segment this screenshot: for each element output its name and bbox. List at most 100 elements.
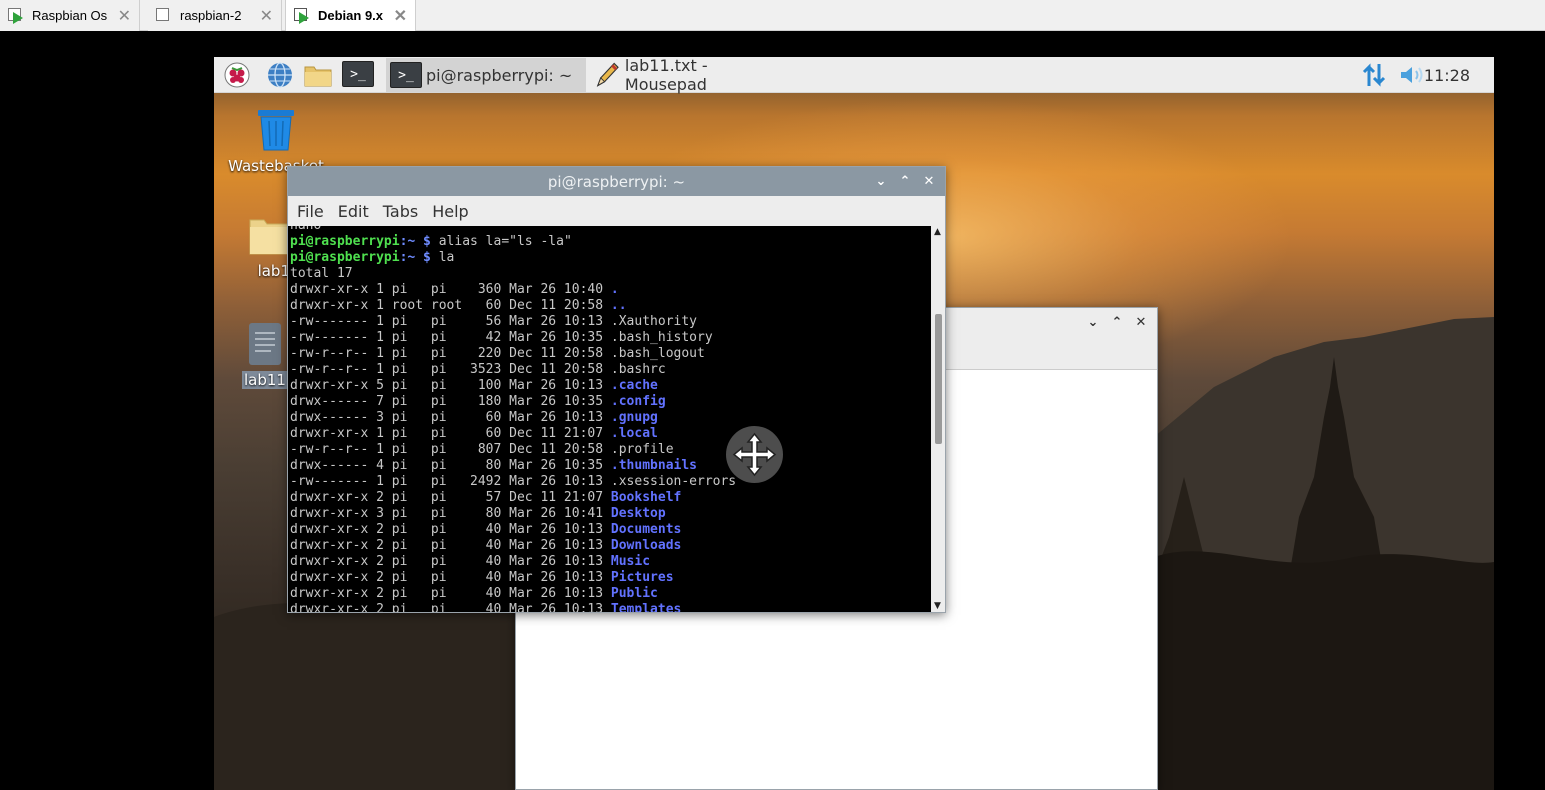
task-mousepad[interactable]: lab11.txt - Mousepad (590, 57, 788, 94)
menu-file[interactable]: File (290, 202, 331, 221)
listing-meta: drwxr-xr-x 1 pi pi 60 Dec 11 21:07 (290, 426, 611, 441)
listing-meta: drwxr-xr-x 2 pi pi 40 Mar 26 10:13 (290, 570, 611, 585)
listing-directory-name: Music (610, 554, 651, 569)
host-tab-debian[interactable]: Debian 9.x ✕ (285, 0, 416, 31)
maximize-chevron-icon[interactable]: ⌃ (895, 171, 915, 191)
clock[interactable]: 11:28 (1424, 66, 1470, 85)
desktop-icon-lab11-file[interactable]: lab11 (242, 321, 288, 389)
scroll-down-icon[interactable]: ▼ (934, 601, 941, 611)
terminal-titlebar[interactable]: pi@raspberrypi: ~ ⌄ ⌃ ✕ (288, 167, 945, 196)
listing-meta: drwx------ 7 pi pi 180 Mar 26 10:35 (290, 394, 611, 409)
directory-listing: drwxr-xr-x 1 pi pi 360 Mar 26 10:40 . dr… (290, 282, 736, 612)
listing-row: -rw------- 1 pi pi 42 Mar 26 10:35 .bash… (290, 330, 713, 345)
wastebasket-icon (258, 110, 294, 151)
desktop-icon-label: lab11 (242, 371, 288, 389)
task-terminal[interactable]: >_ pi@raspberrypi: ~ (386, 58, 586, 92)
network-transfer-icon[interactable] (1360, 62, 1388, 88)
prompt-user: pi@raspberrypi (290, 234, 400, 249)
host-tab-label: Raspbian Os (32, 8, 108, 23)
terminal-menubar: File Edit Tabs Help (288, 196, 945, 226)
listing-row: -rw------- 1 pi pi 2492 Mar 26 10:13 .xs… (290, 474, 736, 489)
listing-meta: -rw------- 1 pi pi 42 Mar 26 10:35 (290, 330, 611, 345)
terminal-output[interactable]: nano pi@raspberrypi:~ $ alias la="ls -la… (288, 226, 931, 612)
listing-meta: drwxr-xr-x 2 pi pi 40 Mar 26 10:13 (290, 554, 611, 569)
listing-row: drwxr-xr-x 5 pi pi 100 Mar 26 10:13 .cac… (290, 378, 658, 393)
listing-meta: drwxr-xr-x 3 pi pi 80 Mar 26 10:41 (290, 506, 611, 521)
prompt-path: :~ $ (399, 234, 431, 249)
terminal-text: nano pi@raspberrypi:~ $ alias la="ls -la… (290, 226, 736, 612)
terminal-window[interactable]: pi@raspberrypi: ~ ⌄ ⌃ ✕ File Edit Tabs H… (287, 166, 946, 613)
prompt-path: :~ $ (399, 250, 431, 265)
vm-window-icon (156, 7, 172, 24)
listing-row: drwxr-xr-x 2 pi pi 40 Mar 26 10:13 Publi… (290, 586, 658, 601)
listing-row: drwxr-xr-x 2 pi pi 40 Mar 26 10:13 Downl… (290, 538, 681, 553)
menu-help[interactable]: Help (425, 202, 475, 221)
listing-meta: drwxr-xr-x 1 root root 60 Dec 11 20:58 (290, 298, 611, 313)
close-icon[interactable]: ✕ (118, 6, 131, 26)
host-tab-bar: Raspbian Os ✕ raspbian-2 ✕ Debian 9.x ✕ (0, 0, 1545, 31)
listing-row: drwxr-xr-x 2 pi pi 40 Mar 26 10:13 Pictu… (290, 570, 674, 585)
window-title: pi@raspberrypi: ~ (547, 172, 686, 191)
text-file-icon (249, 323, 281, 365)
listing-file-name: .profile (610, 442, 674, 457)
listing-meta: drwxr-xr-x 2 pi pi 57 Dec 11 21:07 (290, 490, 611, 505)
close-icon[interactable]: ✕ (1131, 312, 1151, 332)
raspberry-menu-icon[interactable] (222, 61, 252, 89)
listing-directory-name: .cache (610, 378, 658, 393)
listing-meta: drwxr-xr-x 2 pi pi 40 Mar 26 10:13 (290, 586, 611, 601)
listing-meta: drwxr-xr-x 5 pi pi 100 Mar 26 10:13 (290, 378, 611, 393)
host-tab-raspbian-os[interactable]: Raspbian Os ✕ (0, 0, 140, 31)
terminal-scrollbar[interactable]: ▲ ▼ (932, 226, 945, 612)
scrollbar-thumb[interactable] (935, 314, 942, 444)
listing-directory-name: Templates (610, 602, 682, 612)
listing-row: drwx------ 7 pi pi 180 Mar 26 10:35 .con… (290, 394, 666, 409)
listing-row: drwxr-xr-x 3 pi pi 80 Mar 26 10:41 Deskt… (290, 506, 666, 521)
listing-meta: drwxr-xr-x 1 pi pi 360 Mar 26 10:40 (290, 282, 611, 297)
listing-meta: -rw-r--r-- 1 pi pi 220 Dec 11 20:58 (290, 346, 611, 361)
listing-row: drwxr-xr-x 1 pi pi 60 Dec 11 21:07 .loca… (290, 426, 658, 441)
listing-directory-name: .config (610, 394, 666, 409)
terminal-line: total 17 (290, 266, 353, 281)
close-icon[interactable]: ✕ (260, 6, 273, 26)
host-tab-raspbian-2[interactable]: raspbian-2 ✕ (148, 0, 282, 31)
listing-directory-name: .thumbnails (610, 458, 697, 473)
listing-row: drwxr-xr-x 2 pi pi 40 Mar 26 10:13 Docum… (290, 522, 681, 537)
command-text: alias la="ls -la" (438, 234, 572, 249)
minimize-chevron-icon[interactable]: ⌄ (871, 171, 891, 191)
menu-tabs[interactable]: Tabs (376, 202, 425, 221)
web-browser-icon[interactable] (265, 61, 295, 89)
listing-meta: drwxr-xr-x 2 pi pi 40 Mar 26 10:13 (290, 522, 611, 537)
terminal-prompt-line: pi@raspberrypi:~ $ alias la="ls -la" (290, 234, 572, 249)
desktop-icon-wastebasket[interactable]: Wastebasket (226, 107, 326, 175)
listing-row: -rw-r--r-- 1 pi pi 3523 Dec 11 20:58 .ba… (290, 362, 666, 377)
menu-edit[interactable]: Edit (331, 202, 376, 221)
terminal-line: nano (290, 226, 321, 233)
task-label: pi@raspberrypi: ~ (426, 65, 573, 85)
file-manager-icon[interactable] (303, 61, 333, 89)
terminal-icon[interactable]: >_ (342, 61, 374, 89)
listing-row: drwxr-xr-x 1 pi pi 360 Mar 26 10:40 . (290, 282, 619, 297)
desktop-icon-label: lab1 (257, 262, 290, 280)
close-icon[interactable]: ✕ (919, 171, 939, 191)
listing-file-name: .bashrc (610, 362, 666, 377)
listing-row: -rw-r--r-- 1 pi pi 220 Dec 11 20:58 .bas… (290, 346, 705, 361)
listing-meta: drwxr-xr-x 2 pi pi 40 Mar 26 10:13 (290, 538, 611, 553)
host-tab-label: raspbian-2 (180, 8, 242, 23)
chevron-up-icon[interactable]: ⌃ (1107, 312, 1127, 332)
listing-row: drwx------ 4 pi pi 80 Mar 26 10:35 .thum… (290, 458, 697, 473)
listing-row: drwxr-xr-x 2 pi pi 40 Mar 26 10:13 Templ… (290, 602, 681, 612)
listing-file-name: .xsession-errors (610, 474, 737, 489)
listing-directory-name: .gnupg (610, 410, 658, 425)
scroll-up-icon[interactable]: ▲ (934, 227, 941, 237)
listing-meta: -rw-r--r-- 1 pi pi 3523 Dec 11 20:58 (290, 362, 611, 377)
command-text: la (438, 250, 455, 265)
desktop-icon-lab1-folder[interactable]: lab1 (224, 214, 294, 280)
listing-directory-name: Desktop (610, 506, 666, 521)
listing-meta: drwxr-xr-x 2 pi pi 40 Mar 26 10:13 (290, 602, 611, 612)
chevron-down-icon[interactable]: ⌄ (1083, 312, 1103, 332)
move-cursor-icon (726, 426, 783, 483)
terminal-icon: >_ (390, 62, 422, 88)
vm-running-icon (8, 7, 24, 24)
close-icon[interactable]: ✕ (394, 6, 407, 26)
listing-directory-name: .local (610, 426, 658, 441)
